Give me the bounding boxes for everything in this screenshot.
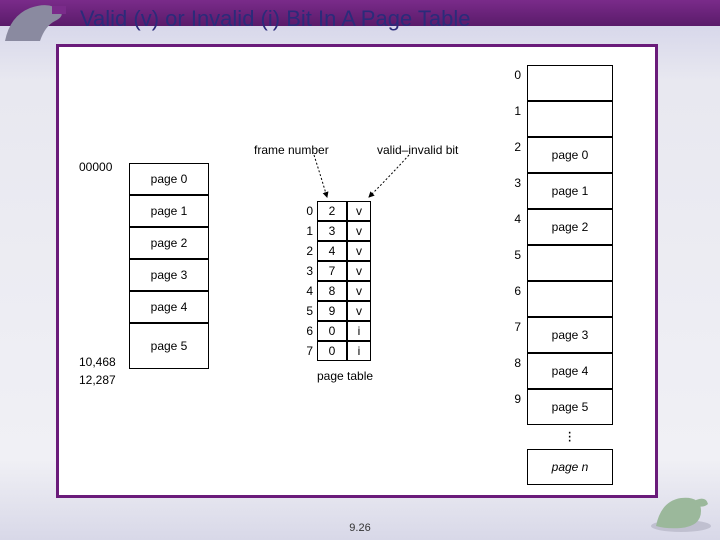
logical-page: page 0 [129, 163, 209, 195]
logical-page: page 4 [129, 291, 209, 323]
phys-frame: page 5 [527, 389, 613, 425]
pt-frame: 3 [317, 221, 347, 241]
pt-idx: 0 [299, 204, 313, 218]
phys-frame: page 2 [527, 209, 613, 245]
dino-top-left-icon [0, 0, 80, 46]
phys-idx: 2 [507, 140, 521, 154]
phys-idx: 6 [507, 284, 521, 298]
pt-bit: i [347, 341, 371, 361]
pt-idx: 1 [299, 224, 313, 238]
phys-idx: 7 [507, 320, 521, 334]
pt-bit: v [347, 221, 371, 241]
addr-10468: 10,468 [79, 355, 116, 369]
phys-frame-n: page n [527, 449, 613, 485]
pt-frame: 0 [317, 341, 347, 361]
dino-bottom-right-icon [646, 486, 716, 536]
phys-idx: 3 [507, 176, 521, 190]
diagram-panel: 00000 10,468 12,287 page 0 page 1 page 2… [56, 44, 658, 498]
addr-00000: 00000 [79, 160, 112, 174]
pt-bit: i [347, 321, 371, 341]
phys-frame: page 1 [527, 173, 613, 209]
pt-bit: v [347, 261, 371, 281]
pt-frame: 0 [317, 321, 347, 341]
pt-frame: 4 [317, 241, 347, 261]
pt-bit: v [347, 301, 371, 321]
pt-idx: 2 [299, 244, 313, 258]
pt-idx: 5 [299, 304, 313, 318]
phys-idx: 9 [507, 392, 521, 406]
phys-idx: 8 [507, 356, 521, 370]
phys-idx: 4 [507, 212, 521, 226]
pt-bit: v [347, 241, 371, 261]
pt-idx: 6 [299, 324, 313, 338]
page-table-caption: page table [317, 369, 373, 383]
vertical-dots-icon: ··· [567, 431, 572, 443]
slide-number: 9.26 [0, 522, 720, 534]
slide-title: Valid (v) or Invalid (i) Bit In A Page T… [80, 6, 700, 32]
logical-page: page 2 [129, 227, 209, 259]
phys-idx: 0 [507, 68, 521, 82]
pt-idx: 3 [299, 264, 313, 278]
phys-frame [527, 101, 613, 137]
phys-frame: page 0 [527, 137, 613, 173]
pt-frame: 8 [317, 281, 347, 301]
pt-bit: v [347, 201, 371, 221]
phys-idx: 1 [507, 104, 521, 118]
phys-frame [527, 65, 613, 101]
phys-frame [527, 281, 613, 317]
phys-frame [527, 245, 613, 281]
pt-bit: v [347, 281, 371, 301]
pt-frame: 2 [317, 201, 347, 221]
frame-number-label: frame number [254, 143, 329, 157]
valid-invalid-label: valid–invalid bit [377, 143, 458, 157]
pt-frame: 7 [317, 261, 347, 281]
pt-idx: 7 [299, 344, 313, 358]
pt-idx: 4 [299, 284, 313, 298]
logical-page: page 5 [129, 323, 209, 369]
addr-12287: 12,287 [79, 373, 116, 387]
phys-idx: 5 [507, 248, 521, 262]
pt-frame: 9 [317, 301, 347, 321]
phys-frame: page 3 [527, 317, 613, 353]
phys-frame: page 4 [527, 353, 613, 389]
logical-page: page 1 [129, 195, 209, 227]
logical-page: page 3 [129, 259, 209, 291]
